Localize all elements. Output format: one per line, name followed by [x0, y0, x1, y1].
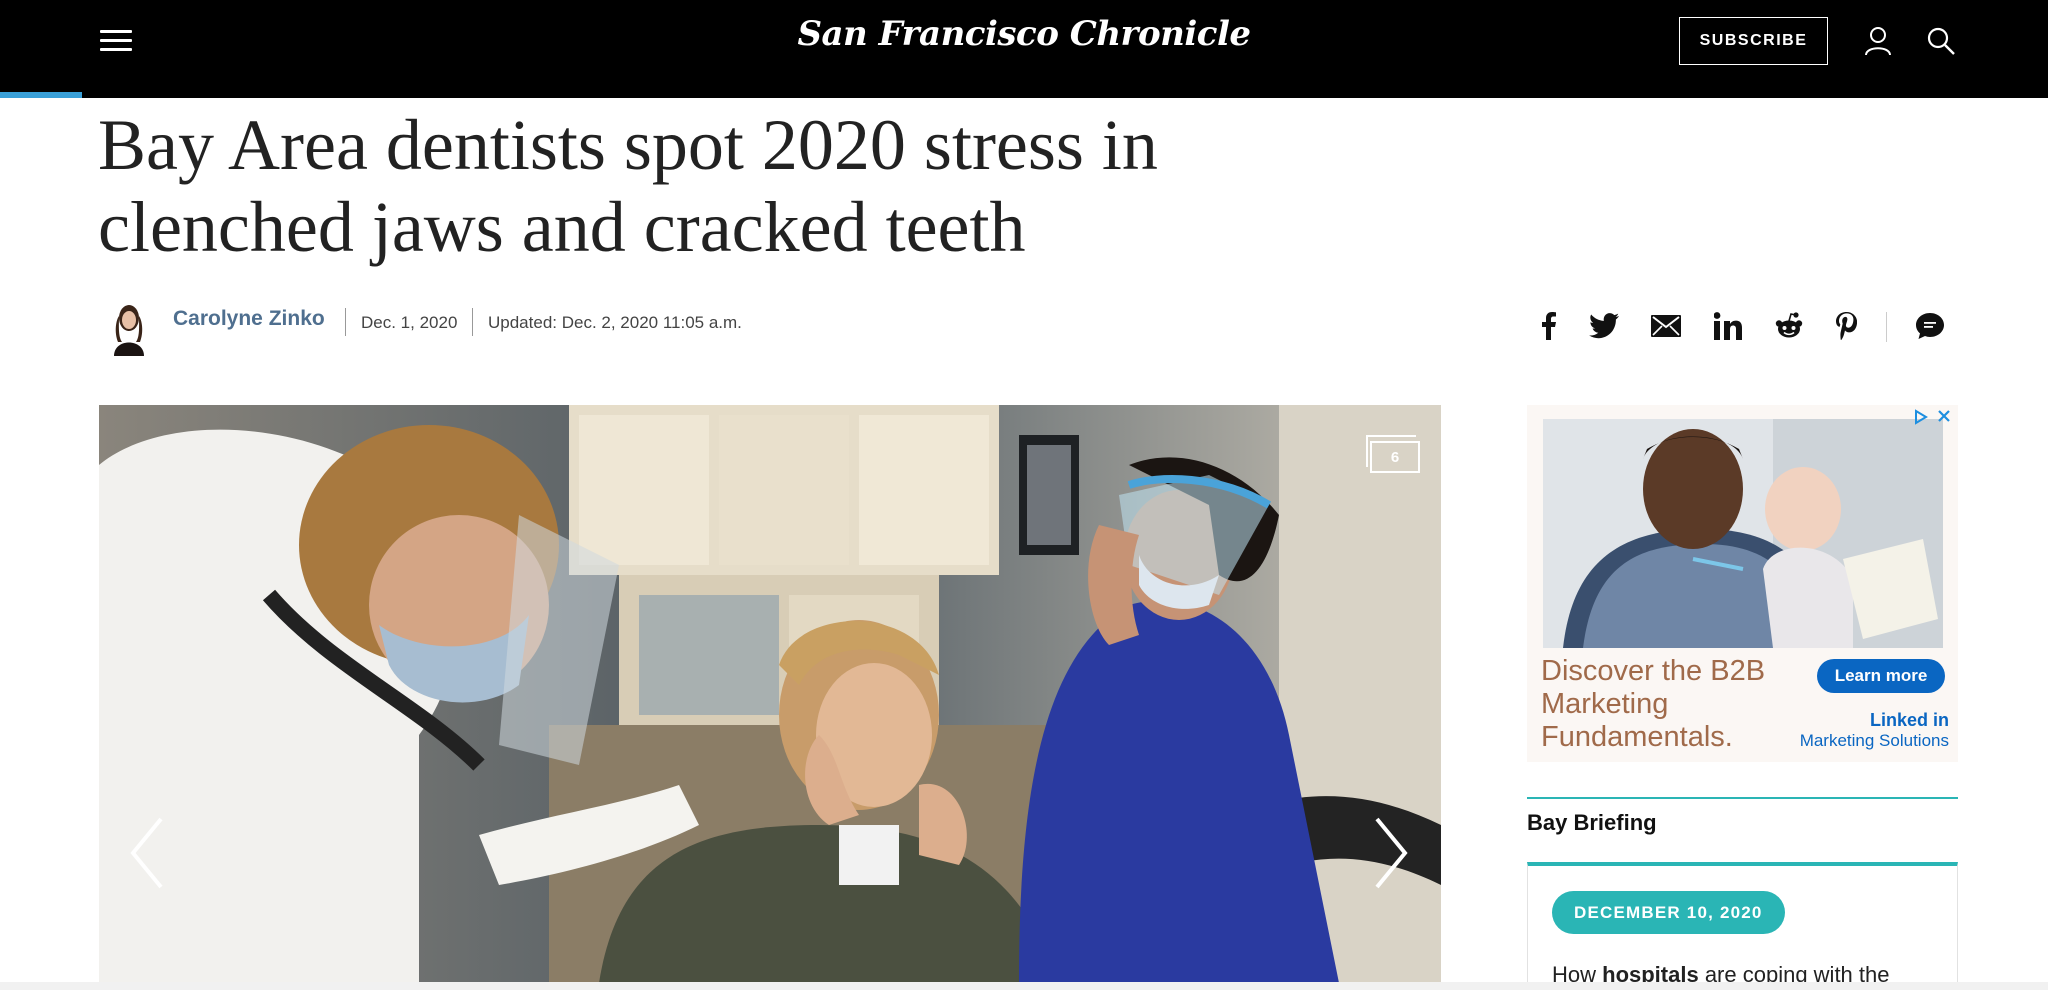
author-avatar[interactable]	[104, 296, 154, 356]
updated-date: Updated: Dec. 2, 2020 11:05 a.m.	[488, 313, 742, 332]
chevron-right-icon[interactable]	[1369, 813, 1413, 893]
facebook-icon[interactable]	[1533, 310, 1565, 342]
reading-progress-fill	[0, 92, 82, 98]
ad-brand: Linked in Marketing Solutions	[1789, 710, 1949, 751]
reading-progress-bar	[0, 92, 2048, 98]
hero-photo	[99, 405, 1441, 983]
advertisement[interactable]: Discover the B2B Marketing Fundamentals.…	[1527, 405, 1958, 762]
ad-learn-more-button[interactable]: Learn more	[1817, 659, 1945, 693]
user-icon[interactable]	[1864, 26, 1892, 56]
chevron-left-icon[interactable]	[125, 813, 169, 893]
article-headline: Bay Area dentists spot 2020 stress in cl…	[98, 105, 1158, 267]
site-header: San Francisco Chronicle SUBSCRIBE	[0, 0, 2048, 98]
hero-photo-gallery[interactable]: 6	[99, 405, 1441, 983]
linkedin-logo: Linked in	[1869, 710, 1949, 730]
briefing-date-badge: DECEMBER 10, 2020	[1552, 891, 1785, 934]
ad-brand-tagline: Marketing Solutions	[1799, 731, 1949, 750]
close-icon[interactable]	[1937, 409, 1951, 423]
ad-choices[interactable]	[1913, 409, 1953, 427]
publish-date: Dec. 1, 2020	[361, 313, 458, 332]
ad-image	[1543, 419, 1943, 648]
gallery-count: 6	[1370, 441, 1420, 473]
byline-divider	[472, 308, 473, 336]
author-link[interactable]: Carolyne Zinko	[173, 307, 325, 331]
linkedin-icon[interactable]	[1712, 310, 1744, 342]
briefing-divider	[1527, 797, 1958, 799]
reddit-icon[interactable]	[1772, 310, 1806, 342]
viewport-bottom-edge	[0, 982, 2048, 990]
ad-headline: Discover the B2B Marketing Fundamentals.	[1541, 655, 1766, 753]
twitter-icon[interactable]	[1588, 310, 1620, 342]
search-icon[interactable]	[1926, 26, 1956, 56]
adchoices-icon[interactable]	[1913, 409, 1929, 425]
gallery-count-badge[interactable]: 6	[1366, 435, 1420, 473]
share-divider	[1886, 312, 1887, 342]
byline-divider	[345, 308, 346, 336]
comments-icon[interactable]	[1914, 310, 1946, 342]
briefing-title: Bay Briefing	[1527, 810, 1657, 835]
subscribe-button[interactable]: SUBSCRIBE	[1679, 17, 1828, 65]
pinterest-icon[interactable]	[1830, 310, 1862, 342]
briefing-card[interactable]: DECEMBER 10, 2020 How hospitals are copi…	[1527, 862, 1958, 990]
email-icon[interactable]	[1649, 310, 1683, 342]
